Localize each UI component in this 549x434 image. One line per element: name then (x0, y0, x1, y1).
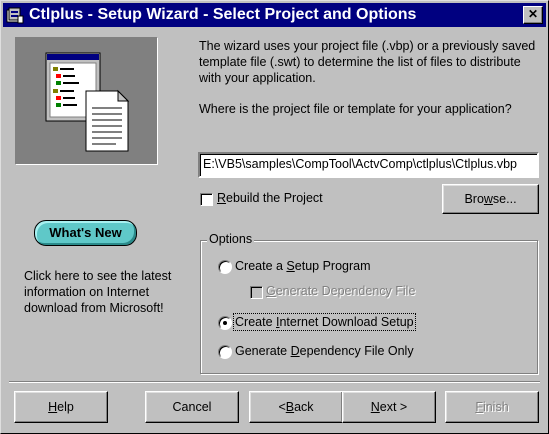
internet-download-label[interactable]: Create Internet Download Setup (233, 313, 416, 331)
radio-selected-dot (223, 321, 227, 325)
dependency-only-label[interactable]: Generate Dependency File Only (235, 344, 414, 358)
close-icon: ✕ (527, 7, 539, 21)
options-group-label: Options (207, 232, 255, 246)
rebuild-project-checkbox[interactable] (200, 193, 213, 206)
whats-new-description: Click here to see the latest information… (24, 269, 172, 315)
project-path-input[interactable]: E:\VB5\samples\CompTool\ActvComp\ctlplus… (198, 152, 539, 178)
project-path-value: E:\VB5\samples\CompTool\ActvComp\ctlplus… (203, 157, 518, 171)
generate-dependency-checkbox[interactable] (250, 286, 263, 299)
generate-dependency-label[interactable]: Generate Dependency File (266, 284, 415, 298)
setup-wizard-window: Ctlplus - Setup Wizard - Select Project … (0, 0, 549, 434)
finish-button[interactable]: Finish (445, 391, 539, 423)
setup-program-label[interactable]: Create a Setup Program (235, 259, 371, 273)
wizard-illustration (15, 37, 158, 165)
dependency-only-radio[interactable] (218, 345, 232, 359)
close-button[interactable]: ✕ (523, 6, 543, 24)
rebuild-project-label[interactable]: Rebuild the Project (217, 191, 323, 205)
intro-paragraph: The wizard uses your project file (.vbp)… (199, 39, 536, 85)
internet-download-radio[interactable] (218, 316, 232, 330)
next-button[interactable]: Next > (342, 391, 436, 423)
button-separator (9, 381, 540, 383)
back-button[interactable]: < Back (249, 391, 343, 423)
cancel-button[interactable]: Cancel (145, 391, 239, 423)
setup-program-radio[interactable] (218, 260, 232, 274)
setup-wizard-icon (6, 7, 24, 24)
title-bar[interactable]: Ctlplus - Setup Wizard - Select Project … (3, 3, 546, 27)
window-title: Ctlplus - Setup Wizard - Select Project … (29, 6, 417, 23)
project-question: Where is the project file or template fo… (199, 102, 512, 116)
browse-button[interactable]: Browse... (442, 184, 539, 214)
project-files-illustration (45, 52, 130, 152)
help-button[interactable]: Help (14, 391, 108, 423)
whats-new-button[interactable]: What's New (34, 220, 137, 246)
